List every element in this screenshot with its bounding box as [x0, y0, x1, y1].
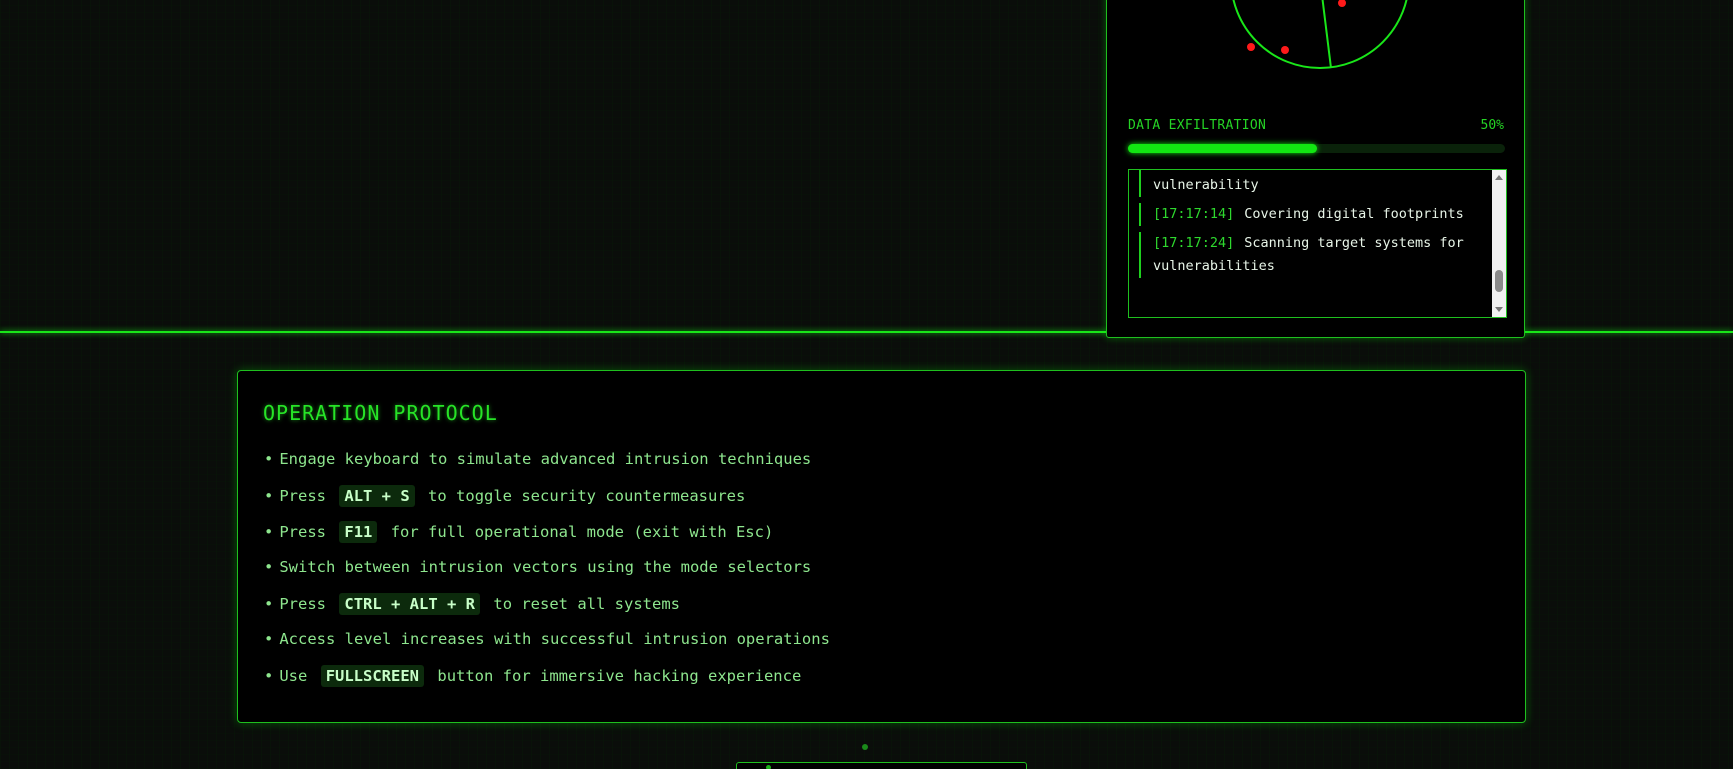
radar-display: [1232, 0, 1408, 69]
exfiltration-percent: 50%: [1480, 118, 1504, 133]
scroll-down-arrow-icon[interactable]: [1495, 307, 1503, 312]
exfiltration-progress-bar: [1128, 144, 1505, 153]
protocol-item: • Switch between intrusion vectors using …: [264, 557, 830, 593]
radar-blip: [1281, 46, 1289, 54]
bottom-control-button[interactable]: [736, 762, 1027, 769]
log-entry: vulnerability: [1139, 170, 1479, 197]
exfiltration-progress-fill: [1128, 144, 1317, 153]
protocol-item-text: Press: [279, 523, 327, 541]
scroll-thumb[interactable]: [1495, 270, 1503, 292]
log-message: Covering digital footprints: [1244, 206, 1464, 222]
protocol-item-text: to reset all systems: [493, 595, 680, 613]
protocol-item-text: button for immersive hacking experience: [437, 667, 802, 685]
radar-blip: [1338, 0, 1346, 7]
radar-blip: [1247, 43, 1255, 51]
bullet-icon: •: [264, 667, 274, 685]
protocol-item-text: for full operational mode (exit with Esc…: [390, 523, 774, 541]
activity-log[interactable]: vulnerability [17:17:14] Covering digital …: [1128, 169, 1507, 318]
log-timestamp: [17:17:24]: [1153, 235, 1235, 251]
protocol-item-text: Switch between intrusion vectors using t…: [279, 558, 812, 576]
log-timestamp: [17:17:14]: [1153, 206, 1235, 222]
bullet-icon: •: [264, 523, 274, 541]
activity-log-entries: vulnerability [17:17:14] Covering digital …: [1139, 170, 1479, 284]
protocol-item: • Press ALT + S to toggle security counte…: [264, 485, 830, 521]
bullet-icon: •: [264, 450, 274, 468]
bullet-icon: •: [264, 558, 274, 576]
protocol-item-text: Access level increases with successful i…: [279, 630, 830, 648]
monitor-panel: DATA EXFILTRATION 50% vulnerability [17:1…: [1106, 0, 1525, 338]
protocol-item-text: Use: [279, 667, 308, 685]
log-truncated-line: [1153, 170, 1479, 174]
keyboard-shortcut: ALT + S: [339, 485, 415, 507]
status-dot: [862, 744, 868, 750]
protocol-item-text: to toggle security countermeasures: [428, 487, 746, 505]
indicator-dot-icon: [766, 765, 771, 769]
protocol-item: • Access level increases with successful …: [264, 629, 830, 665]
log-scrollbar[interactable]: [1492, 170, 1506, 317]
protocol-item-text: Engage keyboard to simulate advanced int…: [279, 450, 812, 468]
radar-sweep-line: [1321, 0, 1332, 69]
protocol-item-text: Press: [279, 487, 327, 505]
keyboard-shortcut: CTRL + ALT + R: [339, 593, 481, 615]
protocol-item: • Press F11 for full operational mode (ex…: [264, 521, 830, 557]
protocol-item: • Use FULLSCREEN button for immersive hac…: [264, 665, 830, 701]
keyboard-shortcut: F11: [339, 521, 378, 543]
scroll-up-arrow-icon[interactable]: [1495, 175, 1503, 180]
keyboard-shortcut: FULLSCREEN: [320, 665, 425, 687]
bullet-icon: •: [264, 595, 274, 613]
log-message: vulnerability: [1153, 177, 1259, 193]
log-entry: [17:17:14] Covering digital footprints: [1139, 203, 1479, 226]
protocol-list: • Engage keyboard to simulate advanced in…: [264, 449, 830, 701]
radar-ring: [1232, 0, 1408, 69]
operation-protocol-panel: OPERATION PROTOCOL • Engage keyboard to s…: [237, 370, 1526, 723]
exfiltration-label: DATA EXFILTRATION: [1128, 118, 1267, 133]
protocol-item: • Engage keyboard to simulate advanced in…: [264, 449, 830, 485]
protocol-title: OPERATION PROTOCOL: [263, 401, 498, 425]
log-entry: [17:17:24] Scanning target systems for vu…: [1139, 232, 1479, 278]
protocol-item: • Press CTRL + ALT + R to reset all syste…: [264, 593, 830, 629]
bullet-icon: •: [264, 630, 274, 648]
protocol-item-text: Press: [279, 595, 327, 613]
bullet-icon: •: [264, 487, 274, 505]
